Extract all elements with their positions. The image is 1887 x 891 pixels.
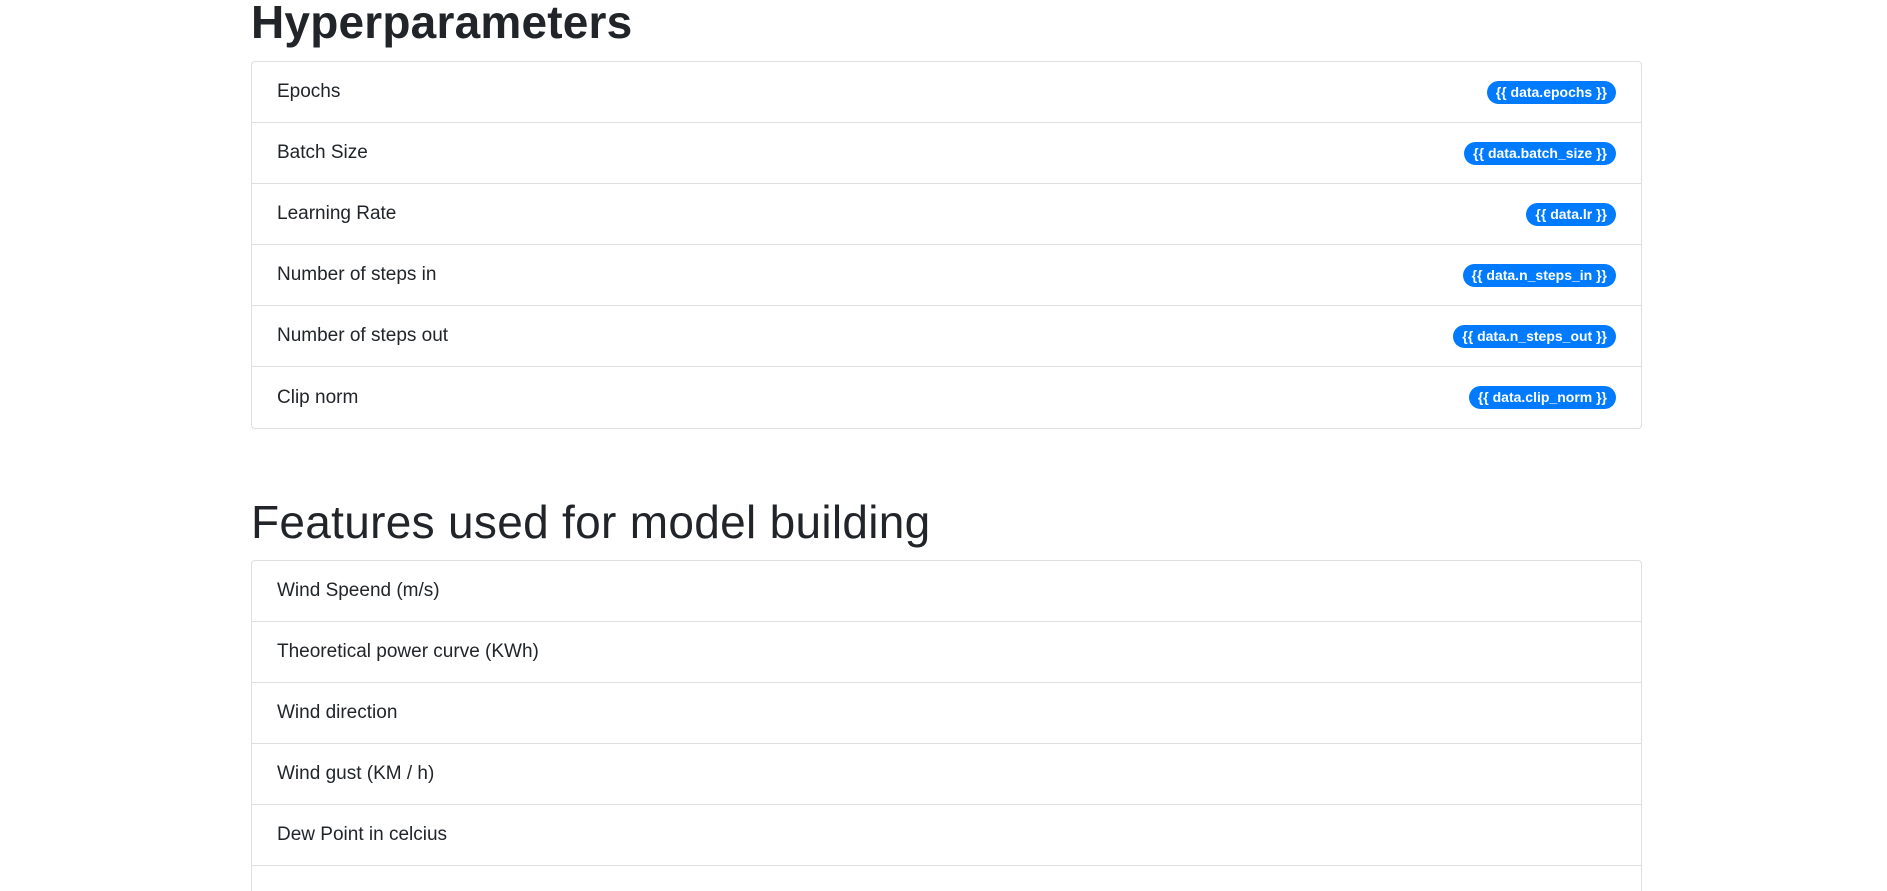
hyperparameter-label: Number of steps out — [277, 325, 449, 346]
feature-item-dew-point: Dew Point in celcius — [252, 805, 1641, 866]
hyperparameter-label: Number of steps in — [277, 264, 437, 285]
hyperparameter-label: Epochs — [277, 81, 341, 102]
hyperparameter-item-clip-norm: Clip norm {{ data.clip_norm }} — [252, 367, 1641, 428]
feature-label: Dew Point in celcius — [277, 824, 448, 845]
hyperparameter-value-badge: {{ data.lr }} — [1526, 202, 1616, 226]
hyperparameter-value-badge: {{ data.n_steps_out }} — [1453, 324, 1616, 348]
hyperparameter-label: Clip norm — [277, 386, 359, 408]
hyperparameter-item-learning-rate: Learning Rate {{ data.lr }} — [252, 184, 1641, 245]
hyperparameter-value-badge: {{ data.clip_norm }} — [1468, 386, 1616, 409]
features-heading: Features used for model building — [251, 496, 931, 548]
feature-item-wind-gust: Wind gust (KM / h) — [252, 744, 1641, 805]
feature-label: Wind direction — [277, 702, 398, 723]
page: Hyperparameters Epochs {{ data.epochs }}… — [0, 0, 1887, 891]
hyperparameters-list: Epochs {{ data.epochs }} Batch Size {{ d… — [251, 61, 1642, 429]
hyperparameter-item-epochs: Epochs {{ data.epochs }} — [252, 62, 1641, 123]
feature-item-wind-direction: Wind direction — [252, 683, 1641, 744]
hyperparameter-value-badge: {{ data.epochs }} — [1486, 80, 1616, 104]
feature-item-wind-speed: Wind Speend (m/s) — [252, 561, 1641, 622]
feature-label: Wind Speend (m/s) — [277, 580, 440, 601]
hyperparameter-label: Batch Size — [277, 142, 368, 163]
feature-label: Theoretical power curve (KWh) — [277, 641, 539, 662]
hyperparameter-item-steps-out: Number of steps out {{ data.n_steps_out … — [252, 306, 1641, 367]
features-list: Wind Speend (m/s) Theoretical power curv… — [251, 560, 1642, 891]
feature-label: Wind gust (KM / h) — [277, 763, 435, 784]
hyperparameter-value-badge: {{ data.batch_size }} — [1464, 141, 1616, 165]
hyperparameter-item-batch-size: Batch Size {{ data.batch_size }} — [252, 123, 1641, 184]
feature-item-partial — [252, 866, 1641, 891]
hyperparameters-heading: Hyperparameters — [251, 0, 633, 48]
feature-item-theoretical-power: Theoretical power curve (KWh) — [252, 622, 1641, 683]
hyperparameter-label: Learning Rate — [277, 203, 397, 224]
hyperparameter-value-badge: {{ data.n_steps_in }} — [1462, 263, 1616, 287]
hyperparameter-item-steps-in: Number of steps in {{ data.n_steps_in }} — [252, 245, 1641, 306]
